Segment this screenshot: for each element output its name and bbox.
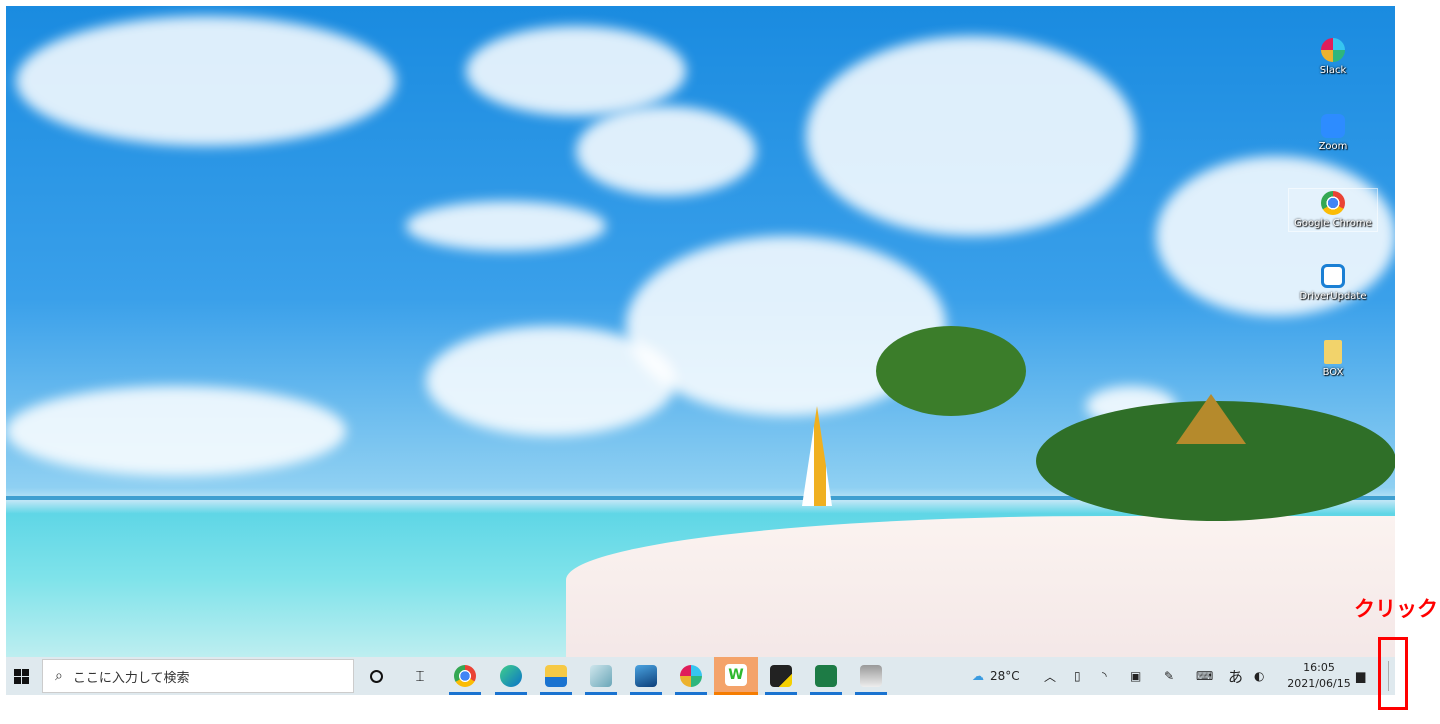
tray-keyboard[interactable]: ⌨ (1196, 657, 1213, 695)
weather-icon: ☁ (972, 669, 984, 683)
folder-icon (545, 665, 567, 687)
desktop-icon-chrome[interactable]: Google Chrome (1288, 188, 1378, 232)
circle-icon (369, 669, 383, 683)
task-view-icon: ⌶ (415, 667, 425, 685)
chrome-icon (454, 665, 476, 687)
taskbar-photos[interactable] (624, 657, 668, 695)
driverupdate-icon (1321, 264, 1345, 288)
slack-icon (1321, 38, 1345, 62)
show-hidden-icons[interactable]: ︿ (1044, 657, 1056, 695)
tray-pen[interactable]: ✎ (1164, 657, 1174, 695)
taskbar-chrome[interactable] (443, 657, 487, 695)
notepad-icon (590, 665, 612, 687)
taskbar-word[interactable]: W (714, 657, 758, 695)
phone-icon: ▯ (1074, 669, 1081, 683)
tray-network[interactable]: ◝ (1102, 657, 1107, 695)
sticky-notes-icon (770, 665, 792, 687)
keyboard-icon: ⌨ (1196, 669, 1214, 683)
tray-security[interactable]: ◐ (1254, 657, 1264, 695)
taskbar: ⌕ ここに入力して検索 ⌶ W ☁ 28°C ︿ ▯ ◝ ▣ ✎ ⌨ あ ◐ 16… (6, 657, 1395, 695)
tray-app[interactable]: ▣ (1130, 657, 1141, 695)
sailboat (802, 406, 832, 506)
taskbar-slack[interactable] (669, 657, 713, 695)
excel-icon (815, 665, 837, 687)
wifi-icon: ◝ (1102, 669, 1107, 683)
clock[interactable]: 16:05 2021/06/15 (1284, 660, 1354, 692)
taskbar-excel[interactable] (804, 657, 848, 695)
cortana-button[interactable] (354, 657, 398, 695)
tray-device[interactable]: ▯ (1074, 657, 1081, 695)
folder-icon (1324, 340, 1342, 364)
edge-icon (500, 665, 522, 687)
palm-tree (876, 326, 1026, 416)
desktop-wallpaper (6, 6, 1395, 657)
desktop-icon-driverupdate[interactable]: DriverUpdate (1288, 264, 1378, 302)
ime-indicator[interactable]: あ (1228, 657, 1243, 695)
desktop-icon-slack[interactable]: Slack (1288, 38, 1378, 76)
chevron-up-icon: ︿ (1044, 669, 1057, 684)
start-button[interactable] (6, 657, 36, 695)
taskbar-snipping[interactable] (849, 657, 893, 695)
action-center-button[interactable]: ▆ (1356, 657, 1365, 695)
photos-icon (635, 665, 657, 687)
search-box[interactable]: ⌕ ここに入力して検索 (42, 659, 354, 693)
search-icon: ⌕ (55, 668, 63, 684)
desktop-icon-zoom[interactable]: Zoom (1288, 114, 1378, 152)
windows-icon (13, 668, 29, 684)
taskbar-edge[interactable] (489, 657, 533, 695)
slack-icon (680, 665, 702, 687)
annotation-label: クリック (1354, 597, 1438, 621)
shield-icon: ◐ (1254, 669, 1265, 683)
chrome-icon (1321, 191, 1345, 215)
beach (566, 516, 1395, 657)
w-app-icon: W (725, 663, 747, 686)
taskbar-explorer[interactable] (534, 657, 578, 695)
pen-icon: ✎ (1164, 669, 1175, 683)
snipping-icon (860, 665, 882, 687)
app-badge-icon: ▣ (1130, 669, 1142, 683)
taskbar-notepad[interactable] (579, 657, 623, 695)
task-view-button[interactable]: ⌶ (398, 657, 442, 695)
notification-icon: ▆ (1356, 669, 1366, 683)
weather-widget[interactable]: ☁ 28°C (972, 657, 1020, 695)
zoom-icon (1321, 114, 1345, 138)
annotation-highlight-box (1378, 637, 1408, 710)
taskbar-sticky-notes[interactable] (759, 657, 803, 695)
desktop-icon-box[interactable]: BOX (1288, 340, 1378, 378)
